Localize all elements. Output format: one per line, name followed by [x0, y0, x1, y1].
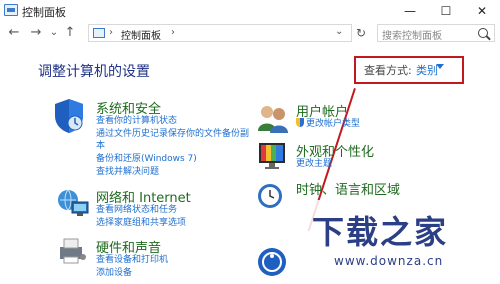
clock-icon[interactable]	[256, 180, 288, 212]
watermark-logo: 下载之家	[312, 213, 449, 251]
link-change-account-type[interactable]: 更改帐户类型	[296, 118, 360, 130]
link-homegroup-sharing[interactable]: 选择家庭组和共享选项	[96, 217, 186, 229]
breadcrumb-control-panel[interactable]: 控制面板	[121, 27, 161, 42]
page-title: 调整计算机的设置	[38, 64, 150, 80]
title-bar: 控制面板 — ☐ ✕	[0, 0, 500, 22]
users-icon[interactable]	[256, 103, 290, 133]
printer-icon[interactable]	[56, 235, 88, 265]
view-by-label: 查看方式:	[364, 64, 412, 77]
forward-button[interactable]: →	[28, 25, 44, 41]
link-add-device[interactable]: 添加设备	[96, 267, 132, 279]
breadcrumb-separator: ›	[109, 27, 113, 38]
link-change-theme[interactable]: 更改主题	[296, 158, 332, 170]
link-file-history-backup-cont[interactable]: 本	[96, 140, 105, 152]
search-input[interactable]: 搜索控制面板	[382, 27, 442, 42]
category-clock-region[interactable]: 时钟、语言和区域	[296, 179, 400, 198]
recent-locations-button[interactable]: ⌄	[46, 25, 62, 41]
minimize-button[interactable]: —	[392, 0, 428, 22]
breadcrumb-separator[interactable]: ›	[171, 27, 175, 38]
close-button[interactable]: ✕	[464, 0, 500, 22]
up-button[interactable]: ↑	[62, 25, 78, 41]
shield-icon[interactable]	[53, 98, 85, 134]
address-bar[interactable]: › 控制面板 › ⌄	[88, 24, 352, 42]
control-panel-icon	[93, 28, 105, 38]
search-icon[interactable]	[478, 28, 488, 38]
link-view-computer-status[interactable]: 查看你的计算机状态	[96, 115, 177, 127]
control-panel-icon	[4, 4, 18, 16]
link-troubleshoot[interactable]: 查找并解决问题	[96, 166, 159, 178]
display-icon[interactable]	[256, 140, 290, 172]
uac-shield-icon	[296, 118, 304, 127]
view-by-dropdown[interactable]: 类别	[416, 62, 438, 78]
maximize-button[interactable]: ☐	[428, 0, 464, 22]
ease-of-access-icon[interactable]	[256, 246, 288, 278]
window-title: 控制面板	[22, 6, 66, 19]
address-dropdown-button[interactable]: ⌄	[335, 26, 343, 37]
link-file-history-backup[interactable]: 通过文件历史记录保存你的文件备份副	[96, 128, 249, 140]
watermark-url: www.downza.cn	[334, 254, 444, 268]
link-devices-printers[interactable]: 查看设备和打印机	[96, 254, 168, 266]
link-network-status[interactable]: 查看网络状态和任务	[96, 204, 177, 216]
search-box[interactable]: 搜索控制面板	[377, 24, 495, 42]
back-button[interactable]: ←	[6, 25, 22, 41]
link-backup-restore[interactable]: 备份和还原(Windows 7)	[96, 153, 197, 165]
caret-down-icon[interactable]	[436, 64, 444, 69]
refresh-button[interactable]: ↻	[356, 26, 366, 40]
network-icon[interactable]	[56, 188, 90, 218]
